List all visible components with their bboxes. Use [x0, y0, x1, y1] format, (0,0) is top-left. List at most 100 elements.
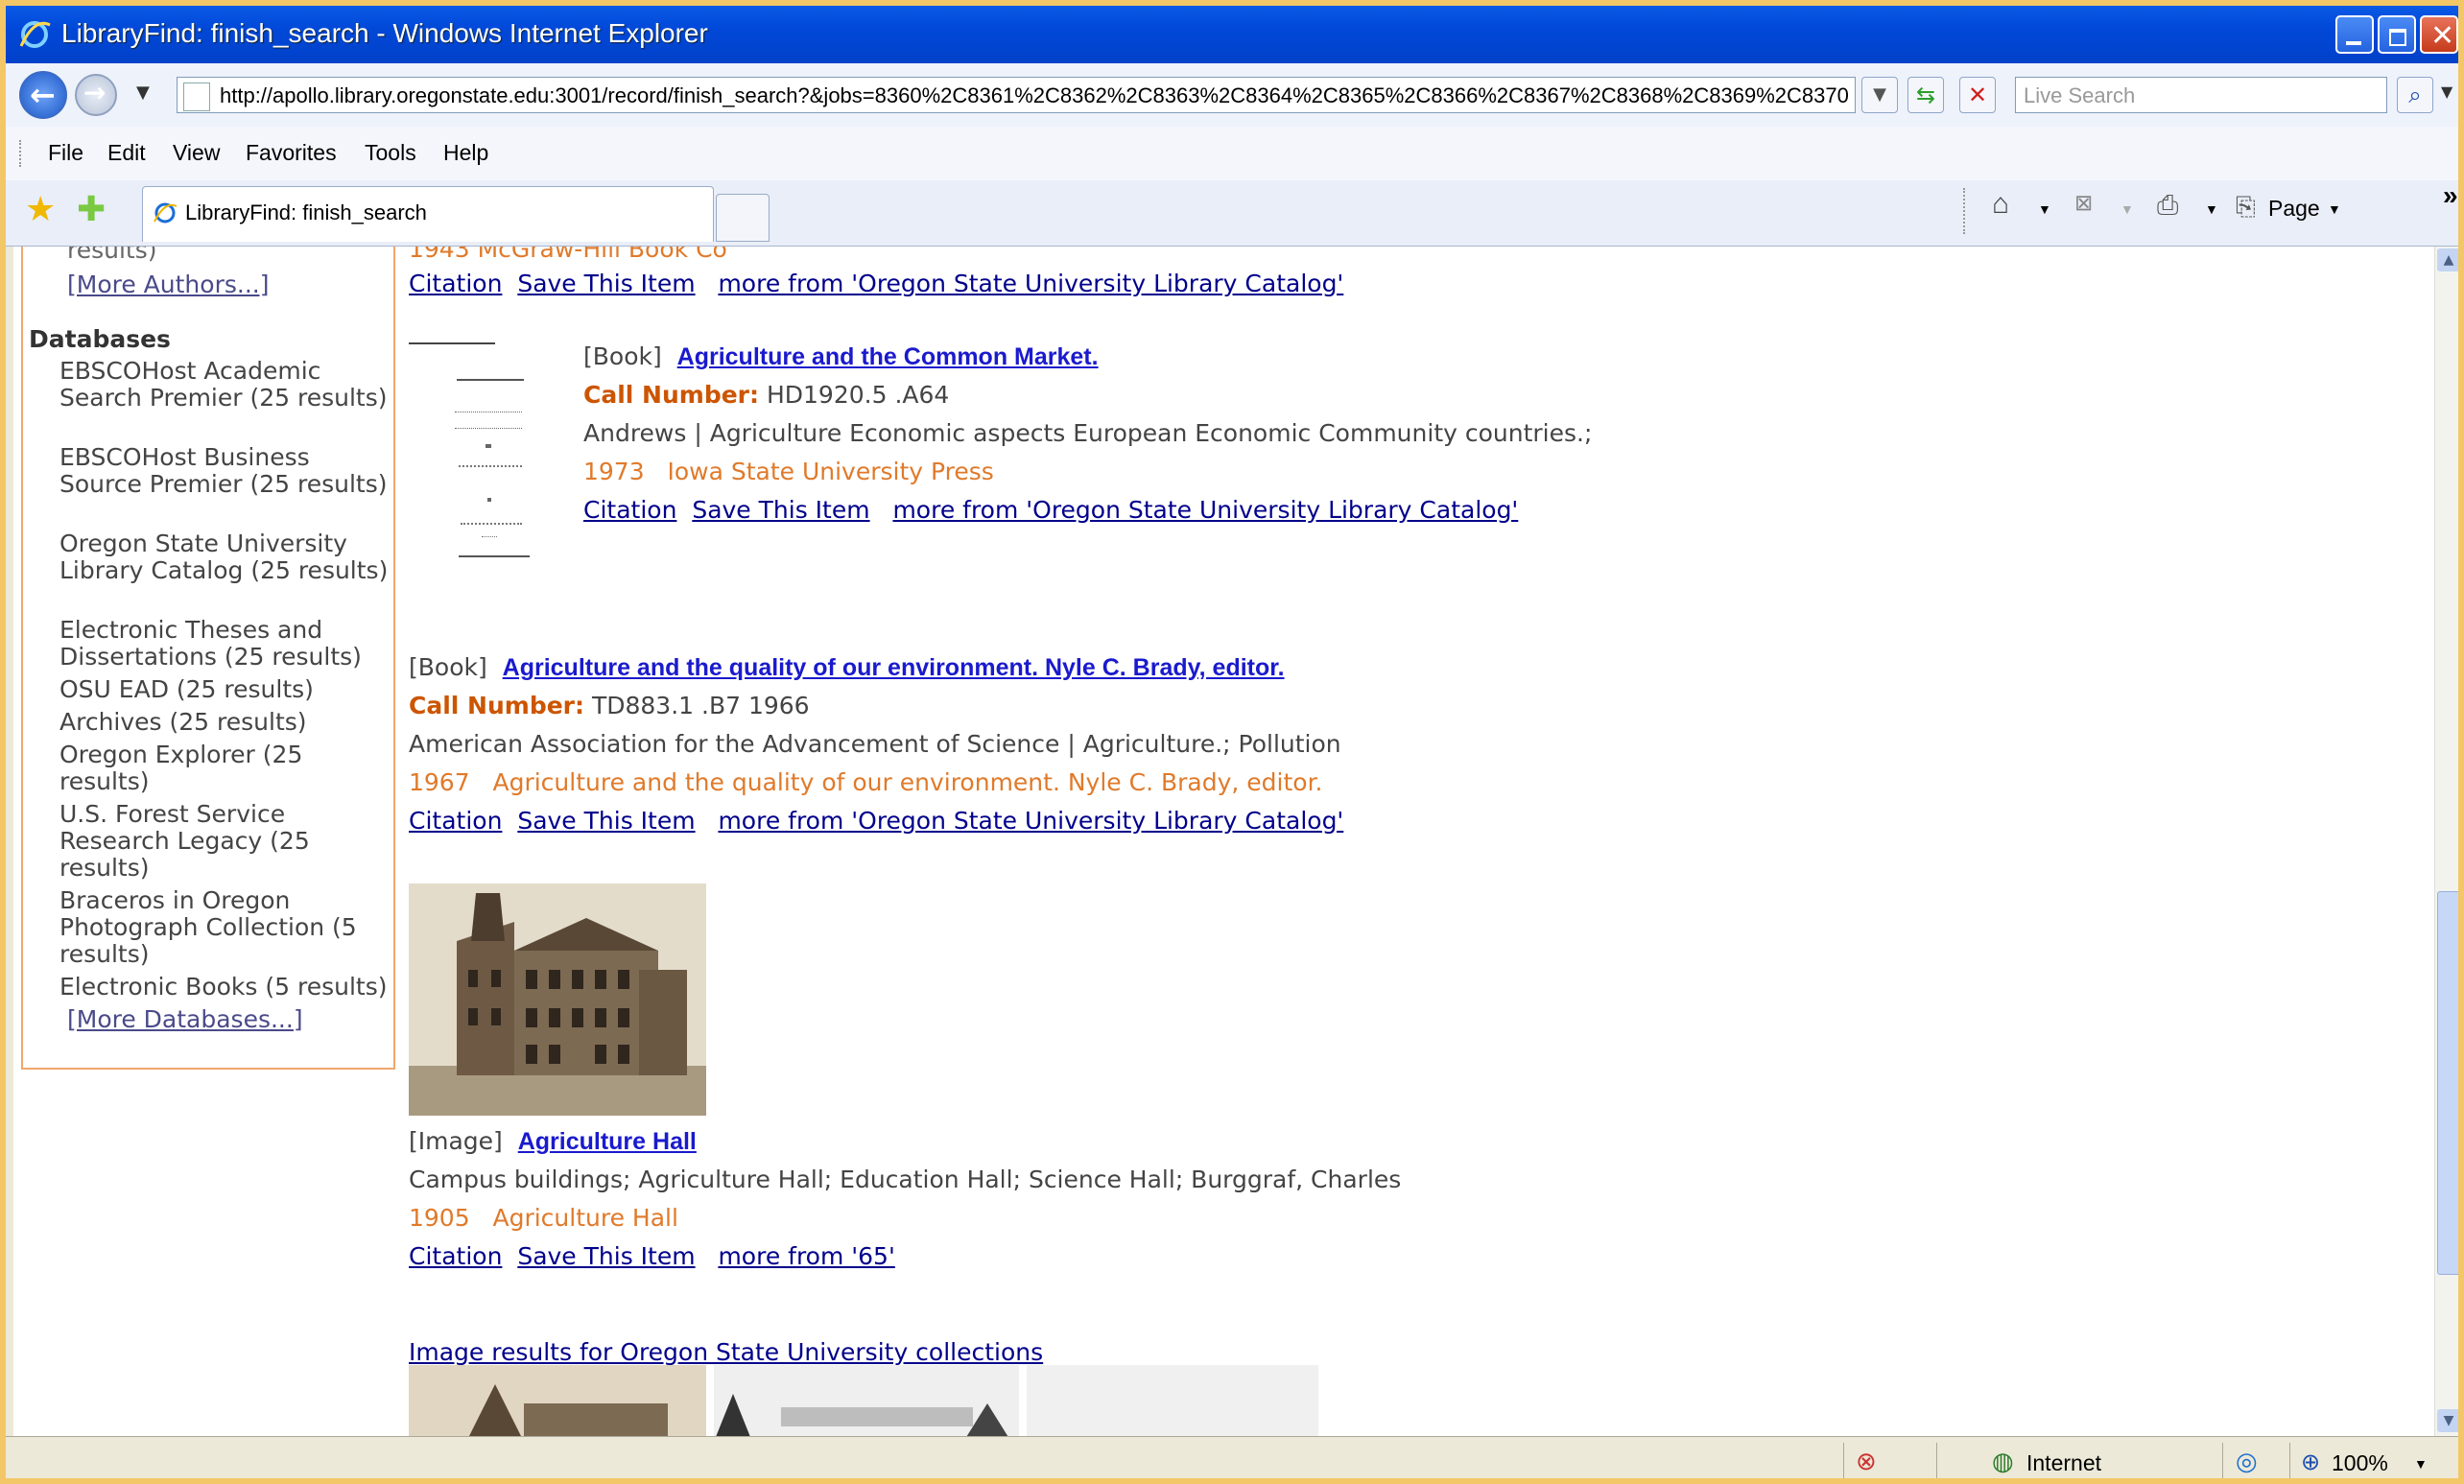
- citation-link[interactable]: Citation: [409, 807, 502, 835]
- scrollbar-thumb[interactable]: [2437, 891, 2458, 1275]
- search-icon[interactable]: ⌕: [2397, 77, 2433, 113]
- record-year: 1905: [409, 1204, 470, 1232]
- page-content: results) [More Authors...] Databases EBS…: [13, 247, 2434, 1436]
- record-title-line: [Image] Agriculture Hall: [409, 1127, 697, 1156]
- menu-favorites[interactable]: Favorites: [246, 140, 337, 166]
- zoom-level[interactable]: 100%: [2332, 1450, 2388, 1476]
- image-result-thumbnail[interactable]: [714, 1365, 1019, 1436]
- save-item-link[interactable]: Save This Item: [517, 270, 695, 297]
- home-dropdown-icon[interactable]: ▼: [2038, 201, 2051, 217]
- address-field[interactable]: http://apollo.library.oregonstate.edu:30…: [177, 77, 1856, 113]
- more-from-link[interactable]: more from 'Oregon State University Libra…: [718, 807, 1343, 835]
- back-button[interactable]: ←: [19, 71, 67, 119]
- database-item[interactable]: Oregon Explorer (25 results): [59, 742, 395, 795]
- close-icon: ✕: [2430, 19, 2455, 53]
- menu-edit[interactable]: Edit: [107, 140, 146, 166]
- database-item[interactable]: U.S. Forest Service Research Legacy (25 …: [59, 801, 395, 882]
- citation-link[interactable]: Citation: [409, 270, 502, 297]
- refresh-icon[interactable]: ⇆: [1907, 77, 1944, 113]
- recent-pages-dropdown-icon[interactable]: ▼: [136, 82, 150, 103]
- database-item[interactable]: Electronic Theses and Dissertations (25 …: [59, 617, 405, 671]
- more-from-link[interactable]: more from 'Oregon State University Libra…: [892, 496, 1518, 524]
- record-subjects: Campus buildings; Agriculture Hall; Educ…: [409, 1166, 1402, 1193]
- security-zone-label[interactable]: Internet: [2026, 1450, 2101, 1476]
- record-pubinfo: 1905 Agriculture Hall: [409, 1204, 678, 1233]
- citation-link[interactable]: Citation: [583, 496, 676, 524]
- zoom-dropdown-icon[interactable]: ▼: [2414, 1456, 2428, 1472]
- print-dropdown-icon[interactable]: ▼: [2205, 201, 2218, 217]
- command-bar-grip: [1963, 188, 1967, 234]
- author-partial: results): [67, 247, 157, 264]
- save-item-link[interactable]: Save This Item: [517, 807, 695, 835]
- record-actions: Citation Save This Item more from 'Orego…: [583, 496, 1518, 525]
- record-year: 1967: [409, 768, 470, 796]
- database-item[interactable]: Electronic Books (5 results): [59, 974, 405, 1001]
- image-results-link[interactable]: Image results for Oregon State Universit…: [409, 1338, 1043, 1367]
- scroll-down-icon[interactable]: ▼: [2437, 1409, 2458, 1432]
- database-item[interactable]: OSU EAD (25 results): [59, 676, 395, 703]
- tab-libraryfind[interactable]: LibraryFind: finish_search: [142, 186, 714, 242]
- status-divider: [1843, 1443, 1844, 1478]
- close-button[interactable]: ✕: [2420, 15, 2458, 54]
- vertical-scrollbar[interactable]: ▲ ▼: [2434, 247, 2458, 1436]
- search-options-icon[interactable]: ▼: [2441, 82, 2452, 101]
- page-menu-button[interactable]: Page: [2268, 196, 2320, 222]
- book-cover-thumbnail[interactable]: [409, 342, 533, 569]
- database-item[interactable]: EBSCOHost Business Source Premier (25 re…: [59, 444, 395, 498]
- page-dropdown-icon[interactable]: ▼: [2328, 201, 2341, 217]
- add-to-favorites-icon[interactable]: ✚: [77, 190, 106, 229]
- status-divider: [2289, 1443, 2290, 1478]
- menu-file[interactable]: File: [48, 140, 83, 166]
- protected-mode-icon[interactable]: ◎: [2236, 1447, 2258, 1476]
- database-item[interactable]: Braceros in Oregon Photograph Collection…: [59, 887, 395, 968]
- page-menu-icon[interactable]: ⎘: [2236, 192, 2256, 223]
- new-tab-button[interactable]: [716, 194, 770, 242]
- restore-button[interactable]: [2378, 15, 2416, 54]
- database-item[interactable]: EBSCOHost Academic Search Premier (25 re…: [59, 358, 395, 412]
- more-commands-icon[interactable]: »: [2443, 180, 2458, 211]
- building-photo-drawing: [409, 883, 706, 1116]
- record-title-line: [Book] Agriculture and the quality of ou…: [409, 653, 1285, 682]
- zoom-icon[interactable]: ⊕: [2301, 1449, 2320, 1476]
- address-dropdown-icon[interactable]: ▼: [1861, 77, 1898, 113]
- internet-zone-icon: ◍: [1992, 1447, 2014, 1475]
- menu-help[interactable]: Help: [443, 140, 488, 166]
- record-title-link[interactable]: Agriculture Hall: [518, 1128, 697, 1155]
- image-result-thumbnail[interactable]: [1027, 1365, 1318, 1436]
- record-type: [Image]: [409, 1127, 503, 1155]
- print-icon[interactable]: ⎙: [2157, 190, 2178, 222]
- scroll-up-icon[interactable]: ▲: [2437, 248, 2458, 271]
- status-divider: [2222, 1443, 2223, 1478]
- home-icon[interactable]: ⌂: [1992, 188, 2009, 221]
- record-call-number: Call Number: HD1920.5 .A64: [583, 381, 949, 410]
- forward-button[interactable]: →: [75, 74, 117, 116]
- record-title-link[interactable]: Agriculture and the quality of our envir…: [503, 654, 1285, 681]
- favorites-center-icon[interactable]: ★: [25, 190, 56, 229]
- agriculture-hall-photo[interactable]: [409, 883, 706, 1116]
- tab-label: LibraryFind: finish_search: [185, 200, 427, 224]
- live-search-input[interactable]: Live Search: [2015, 77, 2387, 113]
- image-result-thumbnail[interactable]: [409, 1365, 706, 1436]
- campus-thumbnail-drawing: [714, 1365, 1019, 1436]
- author-partial-text: results): [67, 247, 157, 264]
- privacy-report-icon[interactable]: ⊗: [1856, 1447, 1877, 1476]
- record-publisher: Agriculture Hall: [492, 1204, 678, 1232]
- minimize-icon: [2346, 41, 2361, 45]
- record-publisher: Iowa State University Press: [667, 458, 994, 485]
- feeds-icon[interactable]: ⊠: [2074, 190, 2093, 216]
- record-title-link[interactable]: Agriculture and the Common Market.: [677, 343, 1099, 370]
- database-item[interactable]: Archives (25 results): [59, 709, 395, 736]
- minimize-button[interactable]: [2335, 15, 2374, 54]
- more-authors-link[interactable]: [More Authors...]: [67, 271, 269, 298]
- save-item-link[interactable]: Save This Item: [692, 496, 869, 524]
- menu-tools[interactable]: Tools: [365, 140, 416, 166]
- more-from-link[interactable]: more from 'Oregon State University Libra…: [718, 270, 1343, 297]
- menu-view[interactable]: View: [173, 140, 220, 166]
- more-from-link[interactable]: more from '65': [718, 1242, 894, 1270]
- database-item[interactable]: Oregon State University Library Catalog …: [59, 530, 395, 584]
- save-item-link[interactable]: Save This Item: [517, 1242, 695, 1270]
- citation-link[interactable]: Citation: [409, 1242, 502, 1270]
- feeds-dropdown-icon[interactable]: ▼: [2120, 201, 2134, 217]
- stop-icon[interactable]: ✕: [1959, 77, 1996, 113]
- more-databases-link[interactable]: [More Databases...]: [67, 1006, 303, 1033]
